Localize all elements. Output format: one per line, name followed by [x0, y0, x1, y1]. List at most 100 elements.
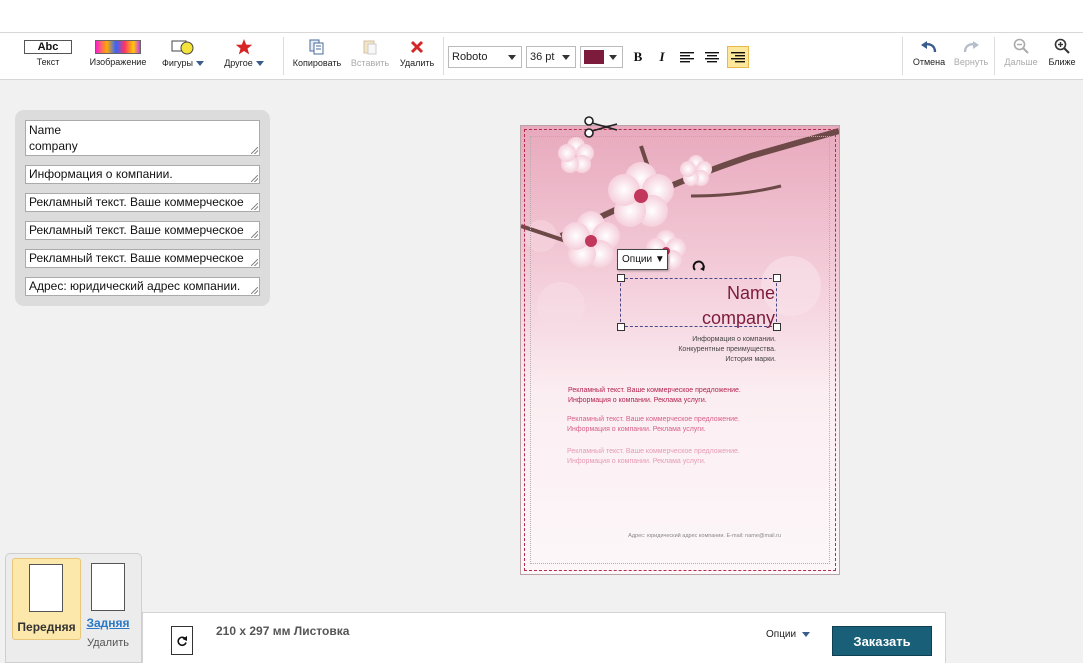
field-value: Информация о компании.	[29, 167, 173, 181]
italic-button[interactable]: I	[651, 46, 673, 68]
field-line: Name	[29, 123, 62, 137]
other-label: Другое	[224, 58, 253, 68]
canvas-company-info[interactable]: Информация о компании. Конкурентные преи…	[678, 335, 776, 365]
bold-button[interactable]: B	[627, 46, 649, 68]
align-center-icon	[705, 52, 719, 63]
field-value: Адрес: юридический адрес компании.	[29, 279, 241, 293]
canvas-ad-line: Информация о компании. Реклама услуги.	[567, 425, 706, 433]
resize-handle-icon[interactable]	[251, 259, 258, 266]
company-info-field[interactable]: Информация о компании.	[25, 165, 260, 184]
bottom-bar: 210 x 297 мм Листовка Опции Заказать	[142, 612, 946, 663]
shapes-button[interactable]: Фигуры	[157, 33, 209, 79]
chevron-down-icon	[609, 55, 617, 60]
paste-button[interactable]: Вставить	[347, 33, 393, 79]
image-icon	[95, 40, 141, 54]
delete-label: Удалить	[399, 58, 435, 68]
align-left-button[interactable]	[676, 46, 698, 68]
delete-icon	[410, 40, 424, 54]
field-value: Рекламный текст. Ваше коммерческое	[29, 223, 244, 237]
divider	[994, 37, 995, 75]
ad-text-field-3[interactable]: Рекламный текст. Ваше коммерческое	[25, 249, 260, 268]
zoom-out-label: Дальше	[1004, 57, 1038, 67]
canvas-info-line: Информация о компании.	[692, 336, 776, 343]
align-center-button[interactable]	[701, 46, 723, 68]
rotate-icon[interactable]	[692, 260, 706, 274]
resize-handle-top-left[interactable]	[617, 274, 625, 282]
add-text-button[interactable]: Abc Текст	[22, 33, 74, 79]
canvas-ad-line: Рекламный текст. Ваше коммерческое предл…	[568, 387, 741, 394]
undo-label: Отмена	[912, 57, 946, 67]
zoom-in-label: Ближе	[1048, 57, 1076, 67]
element-options-button[interactable]: Опции ▼	[617, 249, 668, 270]
rotate-orientation-button[interactable]	[171, 626, 193, 655]
redo-icon	[963, 41, 979, 53]
font-size-select[interactable]: 36 pt	[526, 46, 576, 68]
back-page-thumbnail[interactable]	[91, 563, 125, 611]
font-family-select[interactable]: Roboto	[448, 46, 522, 68]
top-bar	[0, 0, 1083, 33]
pages-panel: Передняя Задняя Удалить	[5, 553, 142, 663]
divider	[283, 37, 284, 75]
front-page-tab[interactable]: Передняя	[12, 558, 81, 640]
paste-label: Вставить	[350, 58, 390, 68]
design-canvas[interactable]: Name company Информация о компании. Конк…	[520, 125, 840, 575]
zoom-out-button[interactable]: Дальше	[1001, 33, 1041, 79]
ad-text-field-1[interactable]: Рекламный текст. Ваше коммерческое	[25, 193, 260, 212]
zoom-in-button[interactable]: Ближе	[1043, 33, 1081, 79]
resize-handle-icon[interactable]	[251, 231, 258, 238]
canvas-info-line: Конкурентные преимущества.	[678, 346, 776, 353]
add-text-label: Текст	[36, 57, 60, 67]
chevron-down-icon	[562, 55, 570, 60]
align-right-icon	[731, 52, 745, 63]
resize-handle-bottom-left[interactable]	[617, 323, 625, 331]
text-color-select[interactable]	[580, 46, 623, 68]
product-size-label: 210 x 297 мм Листовка	[216, 624, 350, 638]
color-swatch	[584, 50, 604, 64]
align-right-button[interactable]	[727, 46, 749, 68]
field-value: Рекламный текст. Ваше коммерческое	[29, 195, 244, 209]
ad-text-field-2[interactable]: Рекламный текст. Ваше коммерческое	[25, 221, 260, 240]
font-size-value: 36 pt	[530, 51, 555, 63]
canvas-ad-text-2[interactable]: Рекламный текст. Ваше коммерческое предл…	[567, 415, 740, 434]
resize-handle-icon[interactable]	[251, 147, 258, 154]
copy-icon	[309, 39, 324, 55]
back-page-link[interactable]: Задняя	[85, 616, 131, 630]
redo-button[interactable]: Вернуть	[952, 33, 990, 79]
other-button[interactable]: Другое	[218, 33, 270, 79]
align-left-icon	[680, 52, 694, 63]
front-page-thumbnail	[29, 564, 63, 612]
resize-handle-bottom-right[interactable]	[773, 323, 781, 331]
add-image-button[interactable]: Изображение	[84, 33, 152, 79]
scissors-icon	[584, 116, 618, 138]
canvas-info-line: История марки.	[725, 356, 776, 363]
undo-icon	[921, 41, 937, 53]
shapes-label: Фигуры	[161, 58, 194, 68]
product-options-dropdown[interactable]: Опции	[766, 629, 811, 640]
shapes-icon	[171, 40, 194, 55]
resize-handle-top-right[interactable]	[773, 274, 781, 282]
copy-button[interactable]: Копировать	[290, 33, 344, 79]
field-line: company	[29, 139, 78, 153]
resize-handle-icon[interactable]	[251, 175, 258, 182]
name-company-field[interactable]: Name company	[25, 120, 260, 156]
paste-icon	[363, 40, 377, 55]
canvas-ad-line: Информация о компании. Реклама услуги.	[567, 457, 706, 465]
chevron-down-icon	[255, 61, 264, 67]
resize-handle-icon[interactable]	[251, 287, 258, 294]
delete-page-button[interactable]: Удалить	[85, 637, 131, 649]
delete-button[interactable]: Удалить	[396, 33, 438, 79]
canvas-ad-line: Рекламный текст. Ваше коммерческое предл…	[567, 416, 740, 423]
undo-button[interactable]: Отмена	[910, 33, 948, 79]
order-button[interactable]: Заказать	[832, 626, 932, 656]
text-icon: Abc	[24, 40, 72, 54]
zoom-out-icon	[1013, 38, 1029, 54]
selection-box[interactable]	[620, 278, 777, 327]
resize-handle-icon[interactable]	[251, 203, 258, 210]
canvas-ad-text-1[interactable]: Рекламный текст. Ваше коммерческое предл…	[568, 386, 741, 405]
rotate-page-icon	[177, 635, 187, 646]
field-value: Рекламный текст. Ваше коммерческое	[29, 251, 244, 265]
canvas-ad-text-3[interactable]: Рекламный текст. Ваше коммерческое предл…	[567, 447, 740, 466]
chevron-down-icon	[196, 61, 205, 67]
canvas-footer-address[interactable]: Адрес: юридический адрес компании. E-mai…	[628, 533, 781, 539]
address-field[interactable]: Адрес: юридический адрес компании.	[25, 277, 260, 296]
